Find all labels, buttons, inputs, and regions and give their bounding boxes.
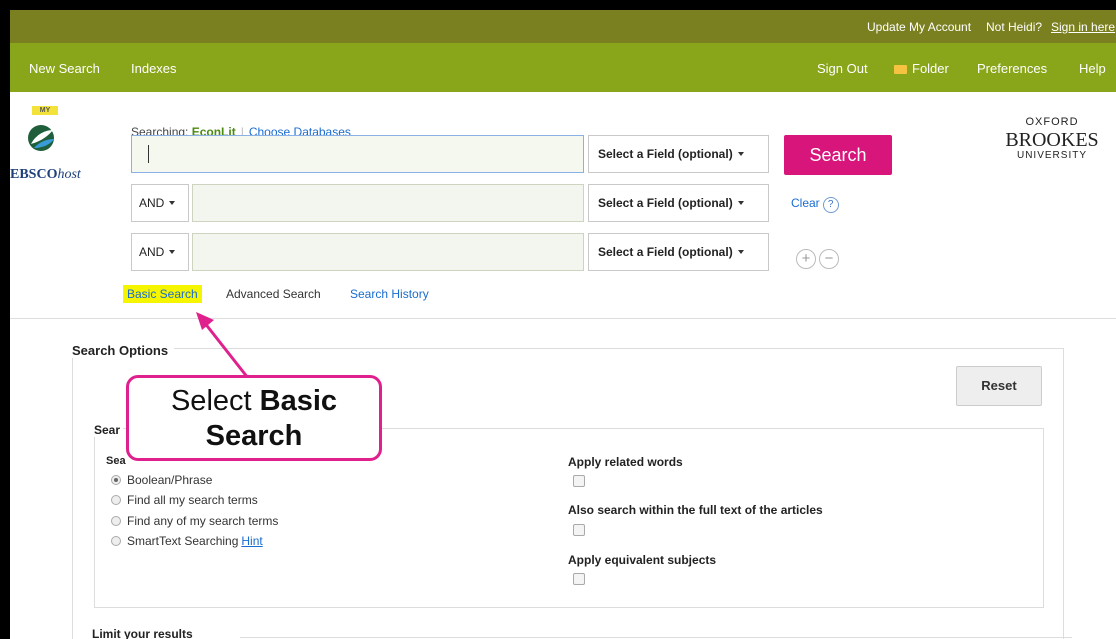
field-select-1[interactable]: Select a Field (optional) xyxy=(588,135,769,173)
nav-folder-label: Folder xyxy=(912,61,949,76)
radio-boolean-phrase[interactable]: Boolean/Phrase xyxy=(111,473,212,487)
search-input-1[interactable] xyxy=(131,135,584,173)
hint-link[interactable]: Hint xyxy=(241,534,262,548)
search-input-2[interactable] xyxy=(192,184,584,222)
boolean-select-3[interactable]: AND xyxy=(131,233,189,271)
annotation-callout: Select Basic Search xyxy=(126,375,382,461)
tab-search-history[interactable]: Search History xyxy=(350,287,429,301)
limit-results-title: Limit your results xyxy=(92,627,193,639)
equivalent-subjects-checkbox[interactable] xyxy=(573,573,585,585)
logo-brand-italic: host xyxy=(57,167,81,182)
section-divider xyxy=(10,318,1116,319)
callout-text-bold-1: Basic xyxy=(259,385,338,417)
nav-sign-out[interactable]: Sign Out xyxy=(817,61,868,76)
apply-related-words-label: Apply related words xyxy=(568,455,683,469)
field-select-3[interactable]: Select a Field (optional) xyxy=(588,233,769,271)
radio-label: Find any of my search terms xyxy=(127,514,279,528)
dropdown-arrow-icon xyxy=(737,250,744,254)
ebsco-host-logo[interactable]: EBSCOhost xyxy=(10,167,81,183)
radio-label: SmartText Searching xyxy=(127,534,239,548)
radio-icon xyxy=(111,536,121,546)
sign-in-link[interactable]: Sign in here xyxy=(1051,20,1115,34)
radio-icon xyxy=(111,516,121,526)
search-modes-sublabel: Sea xyxy=(106,455,126,467)
limit-results-divider xyxy=(240,637,1072,638)
search-options-title: Search Options xyxy=(72,343,175,358)
folder-icon xyxy=(894,65,907,74)
search-input-3[interactable] xyxy=(192,233,584,271)
institution-line2: BROOKES xyxy=(1005,129,1099,151)
search-modes-label: Sear xyxy=(91,423,124,437)
full-text-checkbox[interactable] xyxy=(573,524,585,536)
browser-viewport: Update My Account Not Heidi? Sign in her… xyxy=(10,10,1116,639)
dropdown-arrow-icon xyxy=(169,201,176,205)
field-select-2-label: Select a Field (optional) xyxy=(598,196,733,210)
callout-text-bold-2: Search xyxy=(205,420,303,452)
dropdown-arrow-icon xyxy=(737,201,744,205)
field-select-3-label: Select a Field (optional) xyxy=(598,245,733,259)
remove-row-icon[interactable]: − xyxy=(819,249,839,269)
boolean-select-2-label: AND xyxy=(139,196,165,210)
radio-label: Find all my search terms xyxy=(127,493,258,507)
logo-brand-bold: EBSCO xyxy=(10,167,58,182)
institution-line3: UNIVERSITY xyxy=(1016,150,1087,161)
nav-preferences[interactable]: Preferences xyxy=(977,61,1047,76)
radio-icon xyxy=(111,495,121,505)
radio-find-all[interactable]: Find all my search terms xyxy=(111,493,258,507)
search-button[interactable]: Search xyxy=(784,135,892,175)
nav-help[interactable]: Help xyxy=(1079,61,1106,76)
top-account-bar: Update My Account Not Heidi? Sign in her… xyxy=(10,10,1116,43)
field-select-1-label: Select a Field (optional) xyxy=(598,147,733,161)
ebsco-globe-icon xyxy=(28,125,54,151)
apply-related-words-checkbox[interactable] xyxy=(573,475,585,487)
my-badge: MY xyxy=(32,106,58,115)
nav-new-search[interactable]: New Search xyxy=(29,61,100,76)
field-select-2[interactable]: Select a Field (optional) xyxy=(588,184,769,222)
nav-folder[interactable]: Folder xyxy=(894,61,949,76)
add-row-icon[interactable]: + xyxy=(796,249,816,269)
institution-line1: OXFORD xyxy=(1025,116,1079,128)
reset-button[interactable]: Reset xyxy=(956,366,1042,406)
clear-label: Clear xyxy=(791,196,820,210)
radio-find-any[interactable]: Find any of my search terms xyxy=(111,514,278,528)
institution-logo: OXFORD BROOKES UNIVERSITY xyxy=(998,117,1106,161)
boolean-select-3-label: AND xyxy=(139,245,165,259)
callout-text-plain: Select xyxy=(170,385,260,417)
tab-basic-search[interactable]: Basic Search xyxy=(123,285,202,303)
main-nav-bar: New Search Indexes Sign Out Folder Prefe… xyxy=(10,43,1116,92)
boolean-select-2[interactable]: AND xyxy=(131,184,189,222)
radio-label: Boolean/Phrase xyxy=(127,473,213,487)
clear-link[interactable]: Clear? xyxy=(791,196,839,213)
full-text-label: Also search within the full text of the … xyxy=(568,503,823,517)
not-user-text: Not Heidi? xyxy=(986,20,1043,34)
equivalent-subjects-label: Apply equivalent subjects xyxy=(568,553,717,567)
dropdown-arrow-icon xyxy=(737,152,744,156)
text-caret xyxy=(148,145,149,163)
help-icon[interactable]: ? xyxy=(822,197,839,213)
nav-indexes[interactable]: Indexes xyxy=(131,61,177,76)
tab-advanced-search[interactable]: Advanced Search xyxy=(226,287,321,301)
update-account-link[interactable]: Update My Account xyxy=(867,20,971,34)
radio-checked-icon xyxy=(111,475,121,485)
dropdown-arrow-icon xyxy=(169,250,176,254)
radio-smarttext[interactable]: SmartText Searching Hint xyxy=(111,534,263,548)
